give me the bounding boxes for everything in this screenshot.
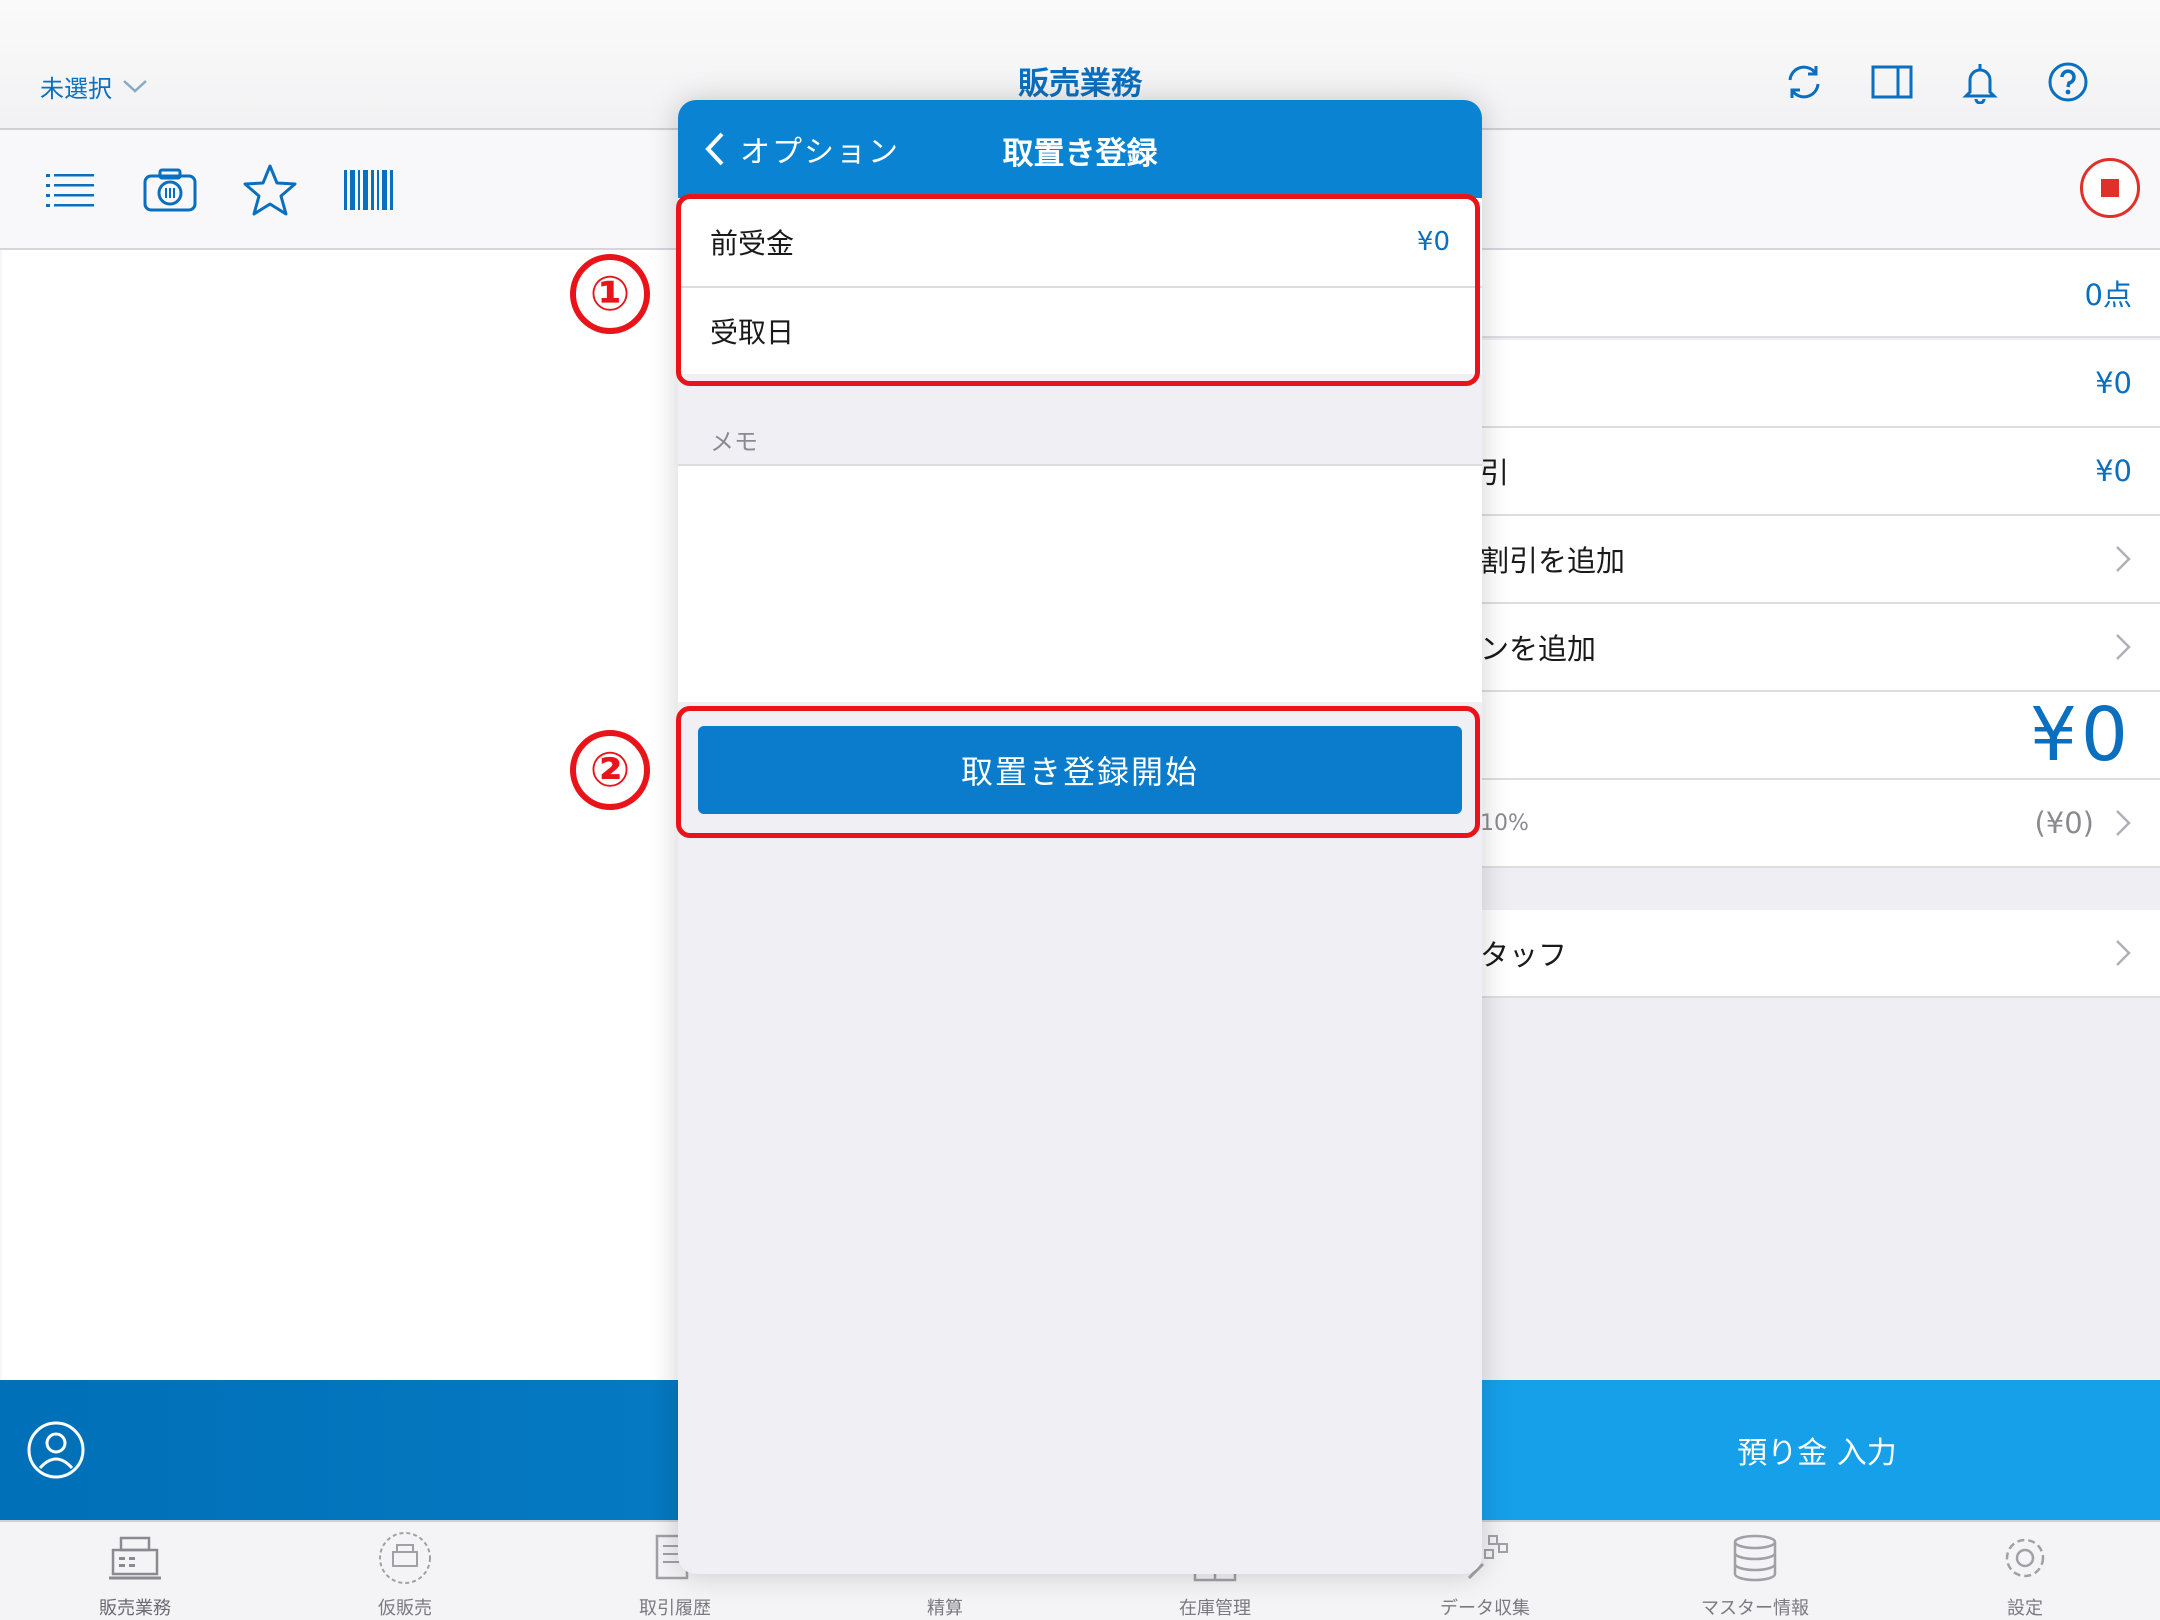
add-discount-label: 割引を追加 — [1480, 544, 1626, 578]
chevron-right-icon — [2116, 546, 2131, 572]
tab-label: マスター情報 — [1701, 1598, 1809, 1619]
tab-settings[interactable]: 設定 — [1890, 1522, 2160, 1620]
sales-summary-panel: 0点 ¥0 引 ¥0 割引を追加 ンを追加 ¥0 10% (¥0) タッフ — [1474, 250, 2160, 1380]
tab-label: 設定 — [2007, 1598, 2043, 1619]
chevron-right-icon — [2116, 810, 2131, 836]
memo-label: メモ — [710, 428, 758, 456]
tab-label: データ収集 — [1440, 1598, 1530, 1619]
chevron-right-icon — [2116, 634, 2131, 660]
deposit-input-button[interactable]: 預り金 入力 — [1474, 1380, 2160, 1520]
back-label: オプション — [740, 135, 900, 170]
total-row: ¥0 — [1476, 692, 2160, 780]
add-option-label: ンを追加 — [1480, 632, 1597, 666]
subtotal-row: ¥0 — [1476, 340, 2160, 428]
discount-row: 引 ¥0 — [1476, 428, 2160, 516]
item-count-row: 0点 — [1476, 250, 2160, 338]
staff-label: タッフ — [1480, 938, 1568, 972]
refresh-icon[interactable] — [1782, 60, 1826, 104]
gear-icon — [2005, 1538, 2045, 1578]
discount-label: 引 — [1480, 456, 1510, 490]
chevron-right-icon — [2116, 940, 2131, 966]
tab-label: 取引履歴 — [639, 1598, 711, 1619]
staff-row[interactable]: タッフ — [1476, 910, 2160, 998]
add-option-row[interactable]: ンを追加 — [1476, 604, 2160, 692]
tab-sales[interactable]: 販売業務 — [0, 1522, 270, 1620]
database-icon — [1733, 1534, 1777, 1582]
star-icon[interactable] — [240, 162, 300, 218]
chevron-down-icon — [123, 80, 147, 93]
modal-title: 取置き登録 — [1002, 136, 1158, 172]
stop-button[interactable] — [2080, 158, 2140, 218]
modal-header: オプション 取置き登録 — [678, 100, 1482, 198]
item-count: 0点 — [2084, 278, 2132, 312]
split-view-icon[interactable] — [1870, 60, 1914, 104]
tab-label: 販売業務 — [99, 1598, 171, 1619]
chevron-left-icon — [705, 132, 724, 166]
annotation-marker-1: ① — [570, 254, 650, 334]
customer-icon[interactable] — [26, 1420, 86, 1480]
register-icon — [109, 1536, 161, 1580]
tab-label: 精算 — [927, 1598, 963, 1619]
total-value: ¥0 — [2029, 692, 2132, 778]
tab-label: 仮販売 — [378, 1598, 432, 1619]
memo-input[interactable] — [678, 464, 1482, 702]
list-icon[interactable] — [40, 162, 100, 218]
annotation-box-2 — [676, 706, 1480, 838]
annotation-box-1 — [676, 194, 1480, 386]
annotation-marker-2: ② — [570, 730, 650, 810]
tax-value: (¥0) — [2034, 806, 2094, 840]
back-button[interactable]: オプション — [704, 126, 900, 172]
temp-sale-icon — [379, 1532, 431, 1584]
subtotal-value: ¥0 — [2095, 366, 2132, 400]
add-discount-row[interactable]: 割引を追加 — [1476, 516, 2160, 604]
page-title: 販売業務 — [1018, 66, 1142, 102]
store-selector-label: 未選択 — [40, 74, 112, 103]
camera-icon[interactable] — [140, 162, 200, 218]
help-icon[interactable] — [2046, 60, 2090, 104]
tab-temp-sale[interactable]: 仮販売 — [270, 1522, 540, 1620]
tab-master[interactable]: マスター情報 — [1620, 1522, 1890, 1620]
tab-label: 在庫管理 — [1179, 1598, 1251, 1619]
discount-value: ¥0 — [2095, 454, 2132, 488]
bell-icon[interactable] — [1958, 60, 2002, 105]
tax-rate-label: 10% — [1480, 810, 1529, 836]
barcode-icon[interactable] — [340, 162, 400, 218]
store-selector[interactable]: 未選択 — [40, 66, 148, 106]
tax-row[interactable]: 10% (¥0) — [1476, 780, 2160, 868]
